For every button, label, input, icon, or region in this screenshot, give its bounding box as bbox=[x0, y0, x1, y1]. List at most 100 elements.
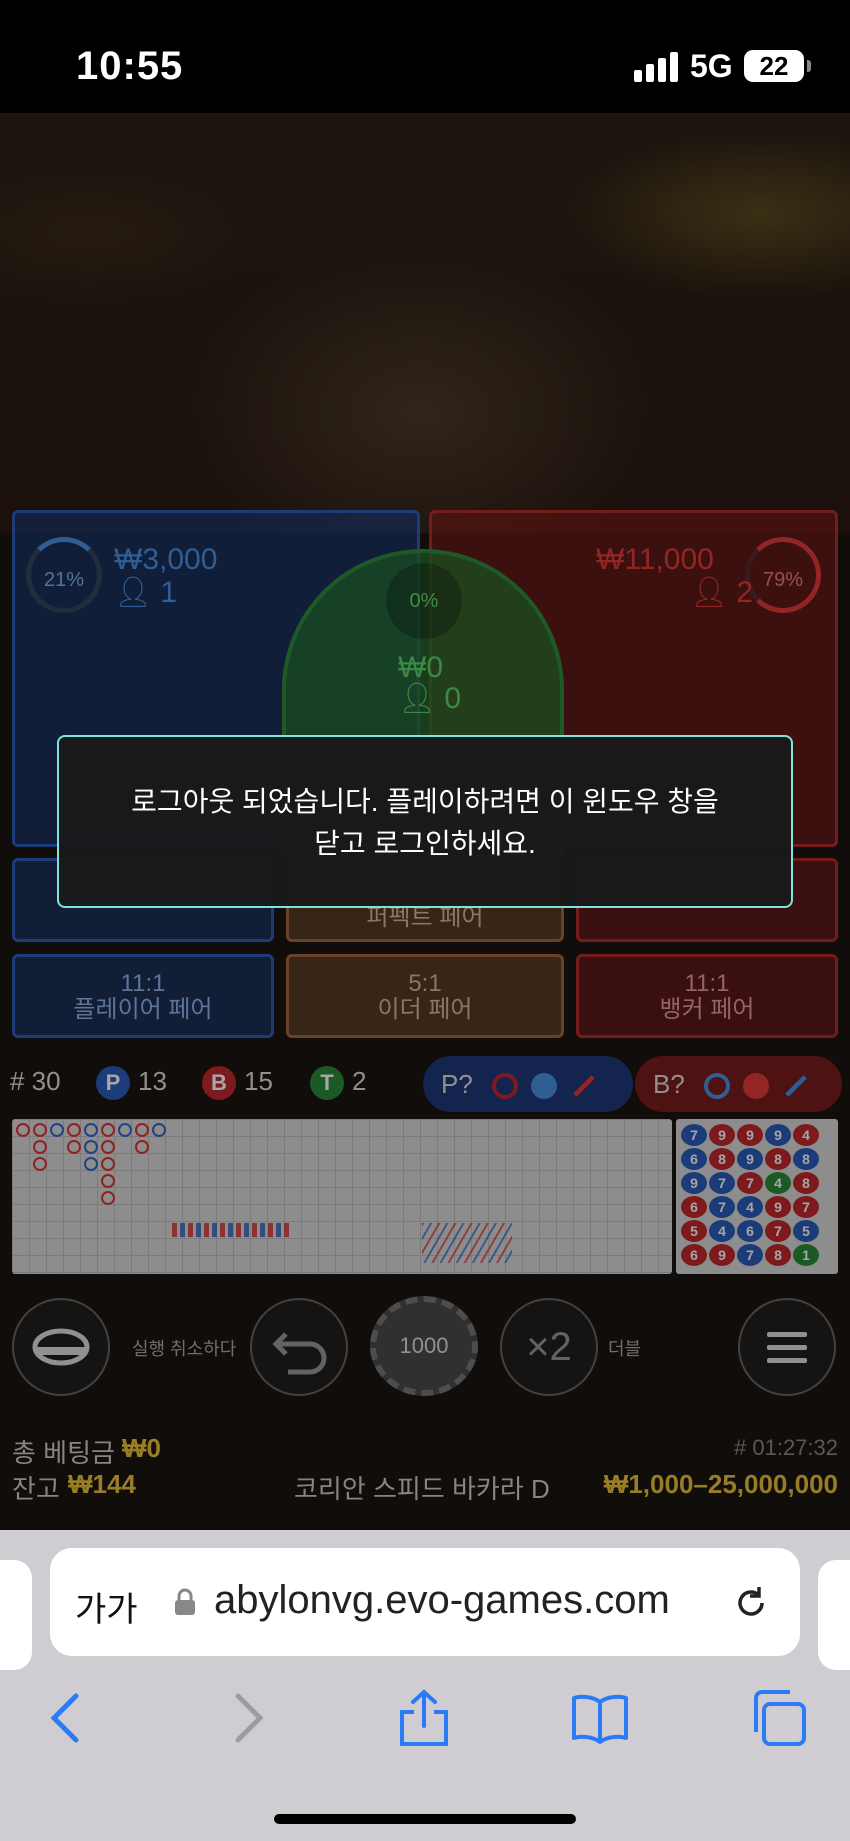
bead: 4 bbox=[793, 1124, 819, 1146]
player-pair-label: 플레이어 페어 bbox=[73, 996, 213, 1023]
banker-pair-odds: 11:1 bbox=[684, 970, 730, 997]
player-pair-odds: 11:1 bbox=[120, 970, 166, 997]
home-indicator bbox=[274, 1814, 576, 1824]
player-wins: P 13 bbox=[96, 1066, 167, 1101]
banker-ring bbox=[16, 1123, 30, 1137]
balance-value: ₩144 bbox=[68, 1469, 136, 1499]
bet-limits: ₩1,000–25,000,000 bbox=[603, 1469, 838, 1499]
player-ring bbox=[118, 1123, 132, 1137]
logout-dialog[interactable]: 로그아웃 되었습니다. 플레이하려면 이 윈도우 창을 닫고 로그인하세요. bbox=[57, 735, 793, 908]
banker-predict-button[interactable]: B? bbox=[635, 1056, 842, 1112]
bead-plate[interactable]: 799946898897748674975467569781 bbox=[676, 1119, 838, 1274]
game-info-bar: 총 베팅금 ₩0 잔고 ₩144 # 01:27:32 코리안 스피드 바카라 … bbox=[0, 1433, 850, 1523]
player-ring bbox=[84, 1157, 98, 1171]
bead-row: 97748 bbox=[680, 1171, 834, 1195]
bead: 7 bbox=[793, 1196, 819, 1218]
either-pair-odds: 5:1 bbox=[408, 970, 442, 997]
status-bar: 10:55 5G 22 bbox=[0, 0, 850, 113]
bead: 9 bbox=[765, 1124, 791, 1146]
banker-pair-spot[interactable]: 11:1 뱅커 페어 bbox=[576, 954, 838, 1038]
bead-row: 67497 bbox=[680, 1195, 834, 1219]
tabs-icon[interactable] bbox=[748, 1688, 808, 1748]
chip-selector[interactable]: 1000 bbox=[370, 1296, 478, 1396]
banker-ring bbox=[33, 1123, 47, 1137]
bead: 9 bbox=[737, 1148, 763, 1170]
bead: 7 bbox=[681, 1124, 707, 1146]
text-size-button[interactable]: 가가 bbox=[75, 1582, 138, 1631]
hamburger-icon bbox=[767, 1332, 807, 1363]
signal-icon bbox=[634, 50, 680, 82]
table-name: 코리안 스피드 바카라 D bbox=[294, 1474, 550, 1504]
address-bar[interactable]: 가가 abylonvg.evo-games.com bbox=[50, 1548, 800, 1656]
battery-icon: 22 bbox=[744, 50, 811, 82]
total-bet-label: 총 베팅금 bbox=[12, 1438, 115, 1468]
previous-tab-card[interactable] bbox=[0, 1560, 32, 1670]
url-text[interactable]: abylonvg.evo-games.com bbox=[214, 1578, 754, 1623]
red-slash-icon bbox=[570, 1073, 597, 1100]
banker-ring bbox=[67, 1123, 81, 1137]
banker-ring bbox=[101, 1123, 115, 1137]
banker-ring bbox=[135, 1140, 149, 1154]
tie-wins: T2 bbox=[310, 1066, 366, 1101]
undo-label: 실행 취소하다 bbox=[132, 1339, 237, 1359]
bead: 8 bbox=[709, 1148, 735, 1170]
banker-ring bbox=[101, 1140, 115, 1154]
logout-message-line1: 로그아웃 되었습니다. 플레이하려면 이 윈도우 창을 bbox=[131, 786, 719, 817]
banker-ring bbox=[101, 1174, 115, 1188]
bead: 4 bbox=[737, 1196, 763, 1218]
live-video-feed bbox=[0, 113, 850, 533]
double-button[interactable]: ×2 bbox=[500, 1298, 598, 1396]
player-predict-button[interactable]: P? bbox=[423, 1056, 633, 1112]
banker-ring bbox=[33, 1140, 47, 1154]
bead: 6 bbox=[737, 1220, 763, 1242]
bead: 9 bbox=[737, 1124, 763, 1146]
bead: 5 bbox=[793, 1220, 819, 1242]
person-icon: 👤︎ bbox=[398, 682, 445, 715]
player-pair-spot[interactable]: 11:1 플레이어 페어 bbox=[12, 954, 274, 1038]
bead-row: 79994 bbox=[680, 1123, 834, 1147]
banker-pair-label: 뱅커 페어 bbox=[659, 996, 755, 1023]
either-pair-spot[interactable]: 5:1 이더 페어 bbox=[286, 954, 564, 1038]
blue-ring-icon bbox=[704, 1073, 731, 1100]
bead: 5 bbox=[681, 1220, 707, 1242]
bead: 8 bbox=[765, 1148, 791, 1170]
player-ring bbox=[152, 1123, 166, 1137]
back-icon[interactable] bbox=[36, 1688, 96, 1748]
lock-icon bbox=[175, 1588, 195, 1615]
share-icon[interactable] bbox=[394, 1688, 454, 1748]
banker-bet-amount: ₩11,000 bbox=[596, 543, 714, 576]
player-ring bbox=[50, 1123, 64, 1137]
bead: 4 bbox=[709, 1220, 735, 1242]
bead: 9 bbox=[681, 1172, 707, 1194]
either-pair-label: 이더 페어 bbox=[377, 996, 473, 1023]
game-stats: # 30 P 13 B 15 T2 P? B? bbox=[10, 1056, 842, 1112]
red-dot-icon bbox=[743, 1073, 770, 1100]
player-badge: P bbox=[96, 1066, 130, 1101]
big-road-scoreboard[interactable] bbox=[12, 1119, 672, 1274]
bookmarks-icon[interactable] bbox=[570, 1688, 630, 1748]
bead: 9 bbox=[709, 1244, 735, 1266]
next-tab-card[interactable] bbox=[818, 1560, 850, 1670]
undo-icon bbox=[272, 1332, 327, 1375]
chip-tray-button[interactable] bbox=[12, 1298, 110, 1396]
person-icon: 👤︎ bbox=[114, 576, 161, 609]
player-ring bbox=[84, 1140, 98, 1154]
blue-slash-icon bbox=[782, 1073, 809, 1100]
bead-row: 68988 bbox=[680, 1147, 834, 1171]
bead: 9 bbox=[765, 1196, 791, 1218]
undo-button[interactable] bbox=[250, 1298, 348, 1396]
banker-ring bbox=[67, 1140, 81, 1154]
menu-button[interactable] bbox=[738, 1298, 836, 1396]
tie-bettor-count: 👤︎ 0 bbox=[398, 682, 462, 715]
bead: 1 bbox=[793, 1244, 819, 1266]
tie-badge: T bbox=[310, 1066, 344, 1101]
reload-icon[interactable] bbox=[730, 1582, 772, 1624]
bead-row: 54675 bbox=[680, 1219, 834, 1243]
tie-percent-ring: 0% bbox=[386, 563, 462, 639]
player-percent-ring: 21% bbox=[26, 537, 102, 613]
forward-icon[interactable] bbox=[218, 1688, 278, 1748]
network-type: 5G bbox=[690, 48, 733, 84]
bead: 6 bbox=[681, 1148, 707, 1170]
player-ring bbox=[84, 1123, 98, 1137]
bead: 6 bbox=[681, 1196, 707, 1218]
